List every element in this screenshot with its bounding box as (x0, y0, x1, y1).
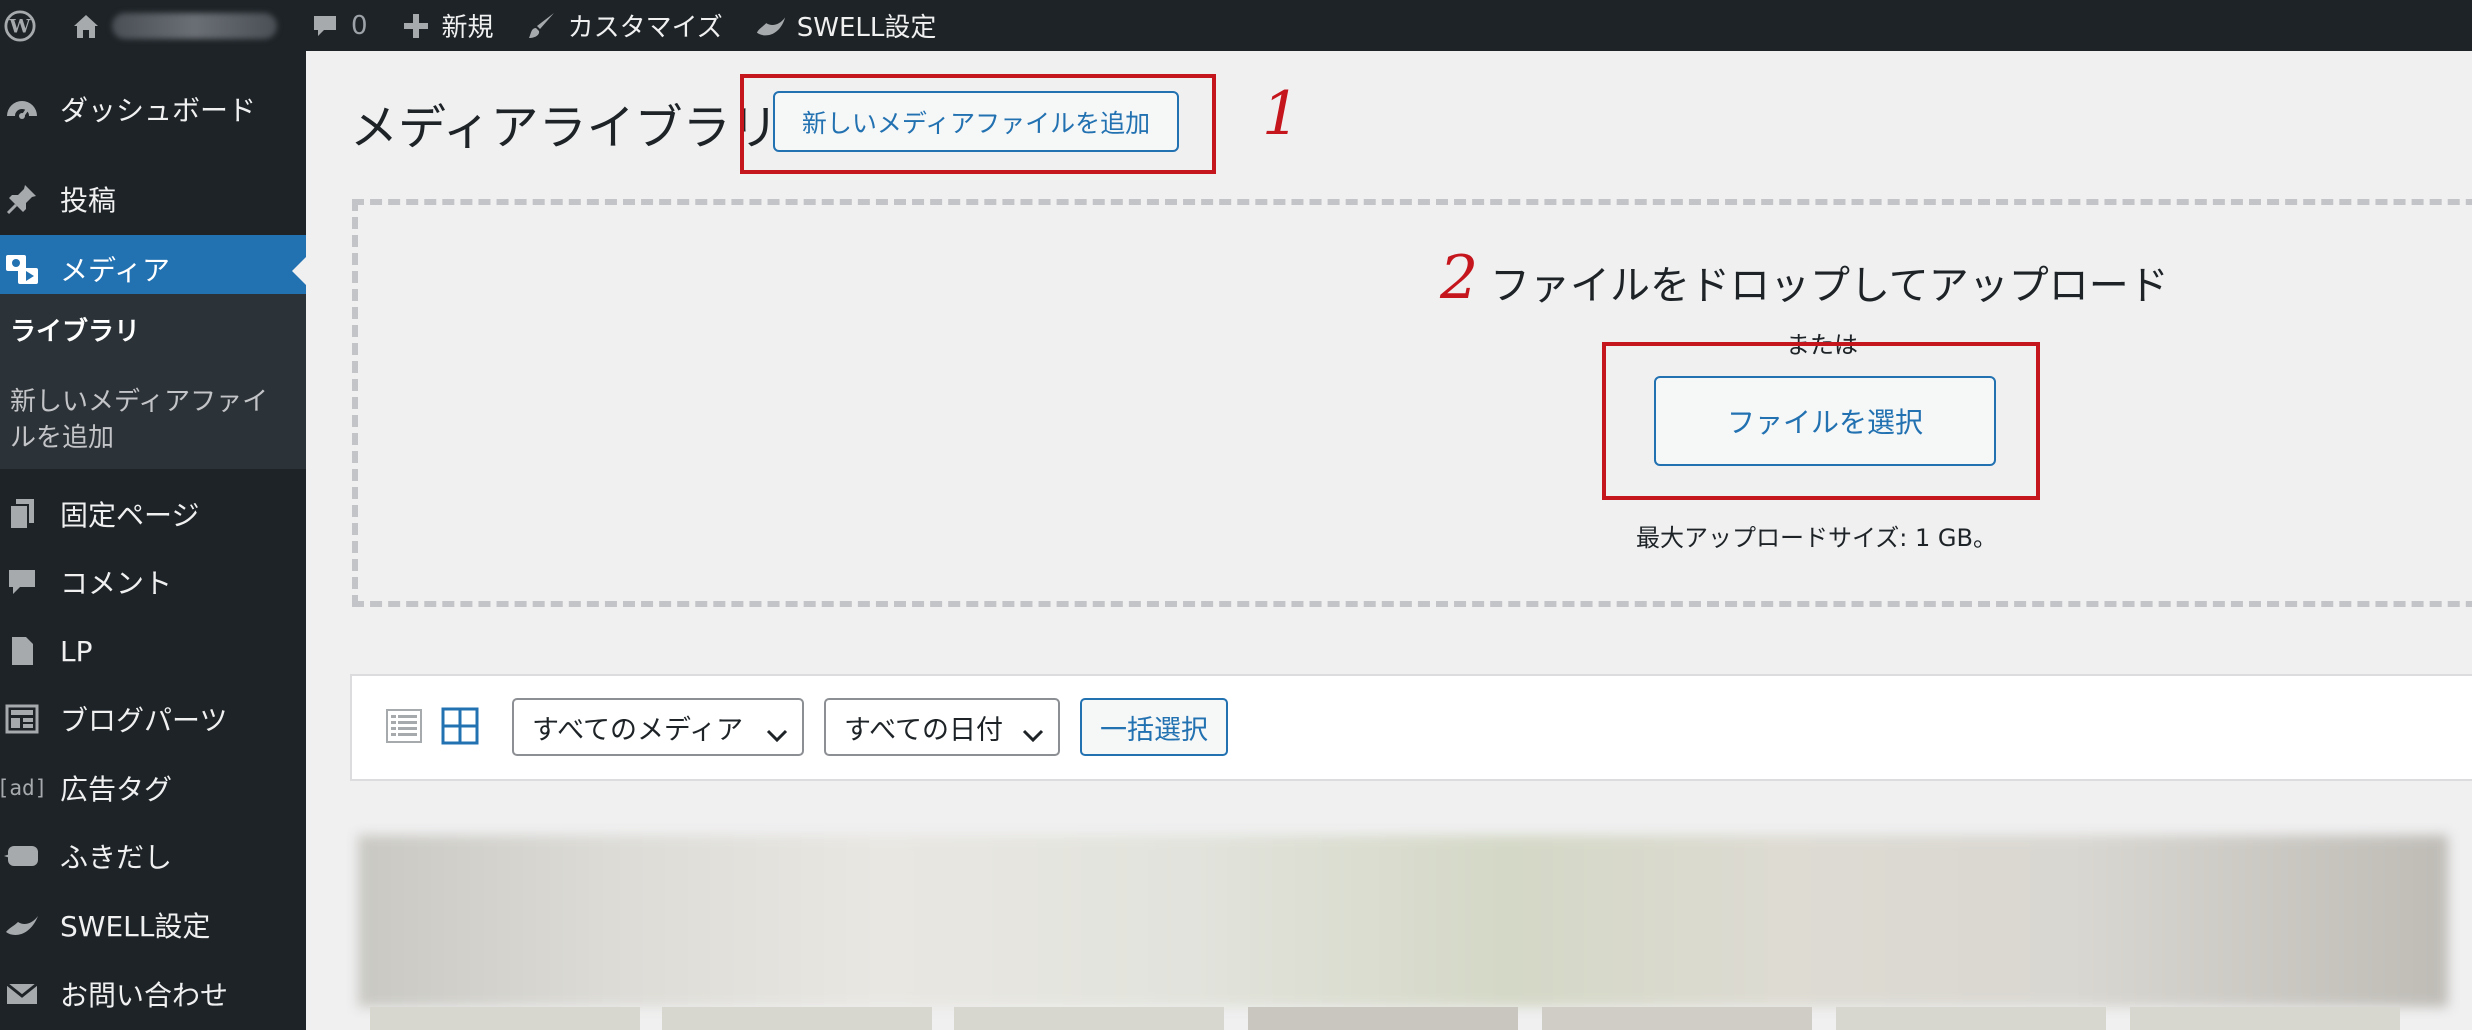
submenu-add-new-line1: 新しいメディアファイ (10, 387, 269, 417)
sidebar-item-label: コメント (60, 567, 173, 600)
sidebar-item-lp[interactable]: LP (0, 617, 306, 685)
submenu-add-new-line2: ルを追加 (10, 423, 115, 453)
sidebar-item-media[interactable]: メディア (0, 235, 306, 303)
site-name-button[interactable] (62, 0, 293, 51)
sidebar-item-blog-parts[interactable]: ブログパーツ (0, 685, 306, 753)
swell-settings-button[interactable]: SWELL設定 (739, 0, 953, 51)
comment-bubble-icon (309, 10, 341, 42)
media-icon (2, 249, 42, 289)
submenu-item-add-new[interactable]: 新しいメディアファイ ルを追加 (10, 384, 290, 456)
date-filter[interactable]: すべての日付 (824, 698, 1060, 756)
plus-icon (400, 10, 432, 42)
sidebar-item-label: ダッシュボード (60, 94, 257, 127)
sidebar-item-label: SWELL設定 (60, 910, 211, 943)
customize-button[interactable]: カスタマイズ (510, 0, 739, 51)
media-type-filter[interactable]: すべてのメディア (512, 698, 804, 756)
media-thumbnails-blurred[interactable] (358, 835, 2448, 1007)
swell-icon (2, 905, 42, 945)
swell-settings-label: SWELL設定 (796, 13, 937, 43)
list-view-icon[interactable] (384, 706, 424, 746)
sidebar-item-label: ブログパーツ (60, 704, 228, 737)
media-grid (358, 835, 2472, 1030)
home-icon (70, 10, 102, 42)
media-thumbnail[interactable] (662, 1007, 932, 1030)
new-content-button[interactable]: 新規 (384, 0, 510, 51)
max-upload-size: 最大アップロードサイズ: 1 GB。 (1636, 524, 1997, 552)
annotation-box-1 (740, 74, 1216, 174)
sidebar-item-comments[interactable]: コメント (0, 548, 306, 616)
sidebar-item-posts[interactable]: 投稿 (0, 165, 306, 233)
admin-bar: W 0 新規 カスタマイズ SWELL設定 (0, 0, 2472, 51)
swell-icon (755, 10, 787, 42)
dashboard-icon (2, 89, 42, 129)
bulk-select-button[interactable]: 一括選択 (1080, 698, 1228, 756)
annotation-number-1: 1 (1262, 79, 1301, 149)
mail-icon (2, 974, 42, 1014)
sidebar-item-dashboard[interactable]: ダッシュボード (0, 75, 306, 143)
media-thumbnail[interactable] (954, 1007, 1224, 1030)
media-thumbnail[interactable] (1836, 1007, 2106, 1030)
sidebar-item-swell-settings[interactable]: SWELL設定 (0, 891, 306, 959)
pages-icon (2, 494, 42, 534)
comments-button[interactable]: 0 (293, 0, 384, 51)
admin-sidebar: ダッシュボード 投稿 メディア ライブラリ 新しいメディアファイ ルを追加 固定… (0, 51, 306, 1030)
media-thumbnail[interactable] (1248, 1007, 1518, 1030)
page-title: メディアライブラリ (350, 100, 779, 156)
ad-icon: [ad] (0, 776, 48, 800)
sidebar-item-contact[interactable]: お問い合わせ (0, 960, 306, 1028)
annotation-box-2 (1602, 342, 2040, 500)
media-thumbnail[interactable] (2130, 1007, 2400, 1030)
date-filter-value: すべての日付 (844, 714, 1004, 746)
balloon-icon (2, 836, 42, 876)
drop-instructions: ファイルをドロップしてアップロード (1490, 263, 2169, 309)
submenu-item-library[interactable]: ライブラリ (10, 314, 290, 350)
sidebar-item-label: LP (60, 634, 93, 668)
sidebar-item-label: 広告タグ (60, 773, 173, 806)
svg-text:W: W (8, 15, 31, 37)
sidebar-item-ad-tags[interactable]: [ad] 広告タグ (0, 754, 306, 822)
sidebar-item-balloon[interactable]: ふきだし (0, 822, 306, 890)
wordpress-icon: W (4, 9, 36, 42)
media-type-filter-value: すべてのメディア (532, 714, 744, 746)
chevron-down-icon (1022, 719, 1044, 750)
comment-icon (2, 562, 42, 602)
sidebar-item-label: お問い合わせ (60, 979, 229, 1012)
customize-label: カスタマイズ (567, 13, 723, 43)
wordpress-logo-button[interactable]: W (0, 0, 62, 51)
sidebar-item-label: ふきだし (60, 841, 173, 874)
new-label: 新規 (441, 13, 494, 43)
sidebar-item-label: 固定ページ (60, 499, 200, 532)
brush-icon (526, 10, 558, 42)
sidebar-item-label: 投稿 (60, 184, 117, 217)
page-icon (2, 631, 42, 671)
comment-count: 0 (351, 10, 368, 41)
sidebar-item-pages[interactable]: 固定ページ (0, 480, 306, 548)
site-name-blurred (112, 12, 277, 39)
pin-icon (2, 179, 42, 219)
media-thumbnail[interactable] (370, 1007, 640, 1030)
grid-view-icon[interactable] (440, 706, 480, 746)
annotation-number-2: 2 (1440, 243, 1479, 313)
sidebar-item-label: メディア (60, 254, 171, 287)
media-submenu: ライブラリ 新しいメディアファイ ルを追加 (0, 294, 306, 469)
media-thumbnail[interactable] (1542, 1007, 1812, 1030)
chevron-down-icon (766, 719, 788, 750)
layout-icon (2, 699, 42, 739)
